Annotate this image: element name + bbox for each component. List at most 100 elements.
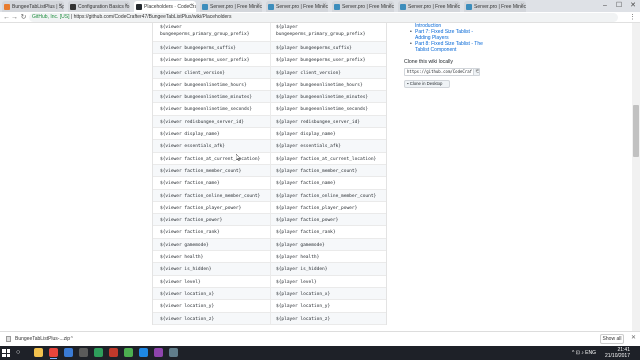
browser-tab[interactable]: Placeholders · CodeCraf ×: [134, 1, 196, 12]
scrollbar-thumb[interactable]: [633, 105, 639, 157]
viewer-placeholder-cell: ${viewer is_hidden}: [160, 267, 212, 273]
column-divider: [270, 78, 271, 91]
viewer-placeholder-cell: ${viewer health}: [160, 255, 204, 261]
show-all-button[interactable]: Show all: [600, 334, 624, 344]
download-shelf: BungeeTabListPlus-...zip ^ Show all ✕: [0, 331, 640, 346]
column-divider: [270, 201, 271, 214]
browser-toolbar: ← → ↻ GitHub, Inc. [US] | https://github…: [0, 12, 640, 23]
browser-menu-button[interactable]: ⋮: [629, 13, 636, 21]
column-divider: [270, 214, 271, 226]
wiki-page-link[interactable]: • Part 8: Fixed Size Tablist - The Tablist…: [404, 41, 604, 53]
clock[interactable]: 21:41 21/10/2017: [605, 347, 630, 359]
address-bar[interactable]: GitHub, Inc. [US] | https://github.com/C…: [29, 13, 618, 22]
viewer-placeholder-cell: ${viewer faction_member_count}: [160, 168, 242, 174]
viewer-placeholder-cell: ${viewer display_name}: [160, 132, 220, 138]
window-controls: – ☐ ✕: [598, 0, 640, 12]
column-divider: [270, 152, 271, 164]
app-icon-6[interactable]: [139, 348, 148, 357]
viewer-placeholder-cell: ${viewer location_y}: [160, 304, 215, 310]
clone-url-text: https://github.com/CodeCraf: [407, 69, 473, 74]
player-placeholder-cell: ${player client_version}: [276, 70, 342, 76]
reload-button[interactable]: ↻: [19, 13, 28, 22]
browser-tab[interactable]: Server.pro | Free Minec ×: [200, 1, 262, 12]
player-placeholder-cell: ${player bungeeperms_user_prefix}: [276, 58, 366, 64]
browser-tab[interactable]: Server.pro | Free Minec ×: [398, 1, 460, 12]
clone-in-desktop-button[interactable]: ▪ Clone in Desktop: [404, 80, 450, 88]
maximize-button[interactable]: ☐: [612, 0, 626, 12]
tab-close-icon[interactable]: ×: [388, 3, 392, 9]
download-item[interactable]: BungeeTabListPlus-...zip ^: [3, 334, 73, 344]
security-indicator[interactable]: GitHub, Inc. [US]: [32, 14, 70, 20]
app-icon-2[interactable]: [79, 348, 88, 357]
file-explorer-icon[interactable]: [34, 348, 43, 357]
table-row: ${viewer faction_online_member_count} ${p…: [153, 189, 386, 202]
app-icon-5[interactable]: [124, 348, 133, 357]
column-divider: [270, 164, 271, 177]
table-row: ${viewer location_x} ${player location_x}: [153, 287, 386, 301]
viewer-placeholder-cell: ${viewer location_x}: [160, 291, 215, 297]
viewer-placeholder-cell: ${viewer bungeeonlinetime_seconds}: [160, 107, 253, 113]
column-divider: [270, 287, 271, 300]
tab-close-icon[interactable]: ×: [256, 3, 260, 9]
app-icon-4[interactable]: [109, 348, 118, 357]
column-divider: [270, 226, 271, 238]
clone-title: Clone this wiki locally: [404, 59, 454, 65]
player-placeholder-cell: ${player display_name}: [276, 132, 336, 138]
tab-close-icon[interactable]: ×: [190, 3, 194, 9]
player-placeholder-cell: ${player bungeeonlinetime_minutes}: [276, 95, 369, 101]
app-icon-1[interactable]: [64, 348, 73, 357]
url-text[interactable]: https://github.com/CodeCrafter47/BungeeT…: [74, 14, 232, 20]
tab-close-icon[interactable]: ×: [58, 3, 62, 9]
player-placeholder-cell: ${player redisbungee_server_id}: [276, 119, 360, 125]
viewer-placeholder-cell: ${viewer bungeeperms_user_prefix}: [160, 58, 250, 64]
app-icon-8[interactable]: [169, 348, 178, 357]
tab-favicon-icon: [4, 4, 10, 10]
chrome-icon[interactable]: [49, 348, 58, 359]
viewer-placeholder-cell: ${viewer location_z}: [160, 316, 215, 322]
player-placeholder-cell: ${player faction_rank}: [276, 230, 336, 236]
table-row: ${viewer faction_power} ${player faction_…: [153, 214, 386, 227]
tab-favicon-icon: [202, 4, 208, 10]
viewer-placeholder-cell: ${viewer client_version}: [160, 70, 226, 76]
placeholders-table: ${viewer bungeeperms_primary_group_prefix…: [152, 23, 387, 325]
search-icon[interactable]: ○: [16, 349, 20, 356]
column-divider: [270, 42, 271, 54]
browser-tab[interactable]: Server.pro | Free Minec ×: [266, 1, 328, 12]
browser-tab[interactable]: Server.pro | Free Minec ×: [464, 1, 526, 12]
wiki-page-link[interactable]: • Part 7: Fixed Size Tablist - Adding Play…: [404, 29, 604, 41]
browser-tab[interactable]: Configuration Basics fo ×: [68, 1, 130, 12]
player-placeholder-cell: ${player location_y}: [276, 304, 331, 310]
close-window-button[interactable]: ✕: [626, 0, 640, 12]
browser-tab[interactable]: BungeeTabListPlus | Sp ×: [2, 1, 64, 12]
player-placeholder-cell: ${player level}: [276, 279, 317, 285]
viewer-placeholder-cell: ${viewer faction_power}: [160, 218, 223, 224]
table-row: ${viewer display_name} ${player display_n…: [153, 128, 386, 141]
page-scrollbar[interactable]: [632, 23, 640, 331]
tab-favicon-icon: [334, 4, 340, 10]
forward-button[interactable]: →: [10, 13, 19, 22]
clipboard-icon[interactable]: ⎘: [473, 69, 479, 75]
column-divider: [270, 128, 271, 140]
app-icon-3[interactable]: [94, 348, 103, 357]
table-row: ${viewer essentials_afk} ${player essenti…: [153, 140, 386, 153]
bullet-icon: •: [410, 29, 412, 35]
system-tray[interactable]: ^ ⊡ ♪ ENG: [572, 350, 596, 356]
windows-start-icon[interactable]: [2, 349, 10, 357]
clone-url-input[interactable]: https://github.com/CodeCraf ⎘: [404, 68, 480, 76]
tab-favicon-icon: [268, 4, 274, 10]
table-row: ${viewer location_y} ${player location_y}: [153, 300, 386, 313]
tab-close-icon[interactable]: ×: [322, 3, 326, 9]
viewer-placeholder-cell: ${viewer faction_name}: [160, 181, 220, 187]
tab-close-icon[interactable]: ×: [520, 3, 524, 9]
table-row: ${viewer faction_player_power} ${player f…: [153, 201, 386, 215]
minimize-button[interactable]: –: [598, 0, 612, 12]
tab-label: Configuration Basics fo: [78, 4, 130, 10]
tab-close-icon[interactable]: ×: [454, 3, 458, 9]
table-row: ${viewer bungeeperms_primary_group_prefix…: [153, 23, 386, 42]
close-shelf-button[interactable]: ✕: [631, 334, 636, 341]
browser-tab[interactable]: Server.pro | Free Minec ×: [332, 1, 394, 12]
viewer-placeholder-cell: ${viewer faction_player_power}: [160, 205, 242, 211]
tab-close-icon[interactable]: ×: [124, 3, 128, 9]
app-icon-7[interactable]: [154, 348, 163, 357]
chevron-up-icon[interactable]: ^: [71, 334, 73, 344]
